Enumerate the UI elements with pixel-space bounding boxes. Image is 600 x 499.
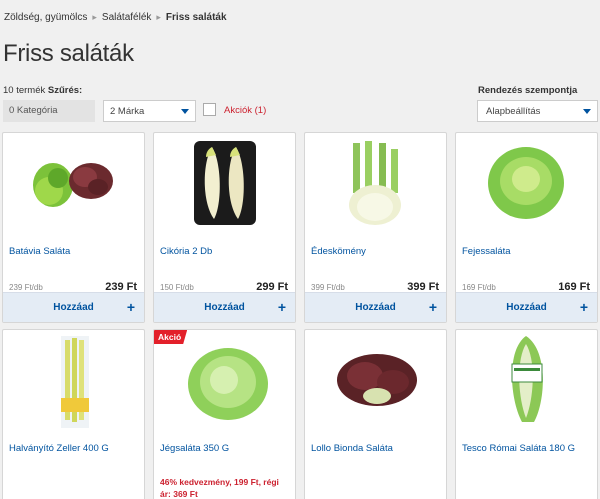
promo-filter-label[interactable]: Akciók (1): [224, 105, 266, 116]
product-name[interactable]: Édeskömény: [311, 246, 366, 257]
unit-price: 399 Ft/db: [311, 283, 345, 292]
product-image-chicory[interactable]: [154, 133, 295, 233]
sort-value: Alapbeállítás: [486, 106, 541, 117]
result-count: 10 termék: [3, 85, 46, 96]
result-count-line: 10 termék Szűrés:: [3, 85, 82, 96]
product-name[interactable]: Fejessaláta: [462, 246, 511, 257]
chevron-right-icon: ▸: [156, 12, 161, 22]
add-button-label: Hozzáad: [53, 302, 94, 313]
breadcrumb: Zöldség, gyümölcs ▸ Salátafélék ▸ Friss salá…: [4, 12, 227, 23]
promo-checkbox[interactable]: [203, 103, 216, 116]
filter-label: Szűrés:: [47, 85, 83, 96]
page-title: Friss saláták: [3, 40, 134, 67]
product-image-butterhead[interactable]: [456, 133, 597, 233]
product-name[interactable]: Lollo Bionda Saláta: [311, 443, 393, 454]
product-name[interactable]: Batávia Saláta: [9, 246, 70, 257]
product-name[interactable]: Halványító Zeller 400 G: [9, 443, 109, 454]
product-card[interactable]: Tesco Római Saláta 180 G: [455, 329, 598, 499]
product-image-fennel[interactable]: [305, 133, 446, 233]
chevron-down-icon: [583, 109, 591, 114]
add-button-label: Hozzáad: [355, 302, 396, 313]
sale-badge: Akció: [154, 330, 188, 344]
add-button-label: Hozzáad: [506, 302, 547, 313]
add-to-cart-button[interactable]: Hozzáad +: [154, 292, 295, 322]
plus-icon: +: [579, 299, 588, 315]
product-image-iceberg[interactable]: [154, 330, 295, 430]
product-card[interactable]: Édeskömény 399 Ft/db 399 Ft Hozzáad +: [304, 132, 447, 323]
product-card[interactable]: Fejessaláta 169 Ft/db 169 Ft Hozzáad +: [455, 132, 598, 323]
breadcrumb-current: Friss saláták: [165, 12, 227, 23]
product-image-batavia[interactable]: [3, 133, 144, 233]
product-card[interactable]: Lollo Bionda Saláta: [304, 329, 447, 499]
product-card[interactable]: Halványító Zeller 400 G: [2, 329, 145, 499]
add-button-label: Hozzáad: [204, 302, 245, 313]
chevron-down-icon: [181, 109, 189, 114]
product-image-lollo[interactable]: [305, 330, 446, 430]
breadcrumb-link-salads[interactable]: Salátafélék: [102, 12, 151, 23]
breadcrumb-link-vegetables[interactable]: Zöldség, gyümölcs: [4, 12, 87, 23]
product-card[interactable]: Cikória 2 Db 150 Ft/db 299 Ft Hozzáad +: [153, 132, 296, 323]
plus-icon: +: [428, 299, 437, 315]
product-image-romaine[interactable]: [456, 330, 597, 430]
add-to-cart-button[interactable]: Hozzáad +: [305, 292, 446, 322]
plus-icon: +: [126, 299, 135, 315]
product-name[interactable]: Tesco Római Saláta 180 G: [462, 443, 575, 454]
product-name[interactable]: Cikória 2 Db: [160, 246, 212, 257]
sort-select[interactable]: Alapbeállítás: [477, 100, 598, 122]
product-image-celery[interactable]: [3, 330, 144, 430]
plus-icon: +: [277, 299, 286, 315]
add-to-cart-button[interactable]: Hozzáad +: [456, 292, 597, 322]
product-card[interactable]: Batávia Saláta 239 Ft/db 239 Ft Hozzáad …: [2, 132, 145, 323]
category-filter[interactable]: 0 Kategória: [3, 100, 95, 122]
sort-label: Rendezés szempontja: [478, 85, 578, 96]
chevron-right-icon: ▸: [92, 12, 97, 22]
product-card[interactable]: Akció Jégsaláta 350 G 46% kedvezmény, 19…: [153, 329, 296, 499]
promo-text: 46% kedvezmény, 199 Ft, régi ár: 369 Ft: [160, 477, 279, 499]
add-to-cart-button[interactable]: Hozzáad +: [3, 292, 144, 322]
brand-filter-select[interactable]: 2 Márka: [103, 100, 196, 122]
brand-filter-value: 2 Márka: [110, 106, 145, 117]
unit-price: 239 Ft/db: [9, 283, 43, 292]
unit-price: 150 Ft/db: [160, 283, 194, 292]
product-name[interactable]: Jégsaláta 350 G: [160, 443, 229, 454]
unit-price: 169 Ft/db: [462, 283, 496, 292]
